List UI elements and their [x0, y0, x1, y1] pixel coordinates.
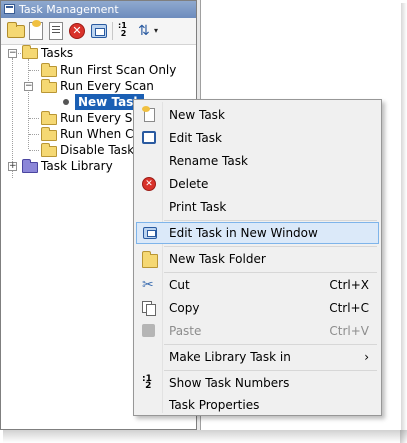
menu-item-delete[interactable]: ✕ Delete	[136, 173, 379, 195]
menu-separator	[164, 220, 377, 221]
tree-node-run-every-scan[interactable]: − Run Every Scan	[1, 78, 196, 94]
menu-item-new-task-folder[interactable]: New Task Folder	[136, 248, 379, 270]
window-icon	[143, 227, 157, 239]
menu-item-label: Cut	[169, 278, 190, 292]
folder-icon	[41, 79, 57, 93]
new-task-button[interactable]	[29, 20, 43, 40]
task-bullet-icon	[63, 99, 69, 105]
edit-task-icon	[142, 131, 156, 144]
menu-item-label: Edit Task	[169, 131, 222, 145]
folder-icon	[22, 45, 38, 59]
toolbar-dropdown-arrow[interactable]: ▾	[154, 22, 162, 40]
panel-title-bar: Task Management	[1, 1, 196, 18]
delete-icon: ✕	[142, 177, 156, 191]
menu-separator	[164, 370, 377, 371]
tree-line	[29, 70, 39, 71]
task-numbers-icon: :1 2	[142, 374, 152, 391]
tree-node-tasks[interactable]: − Tasks	[1, 45, 196, 61]
tree-node-run-first-scan[interactable]: Run First Scan Only	[1, 62, 196, 78]
tree-line	[29, 118, 39, 119]
window-shadow-bottom	[3, 430, 407, 443]
menu-item-label: Copy	[169, 301, 200, 315]
sort-button[interactable]: ⇅	[138, 22, 152, 40]
menu-item-edit-task[interactable]: Edit Task	[136, 127, 379, 149]
window-shadow-right	[400, 3, 407, 443]
menu-item-new-task[interactable]: New Task	[136, 104, 379, 126]
menu-separator	[164, 246, 377, 247]
tree-node-label: Task Library	[41, 159, 113, 173]
expand-toggle[interactable]: +	[8, 162, 17, 171]
edit-task-button[interactable]	[49, 22, 63, 40]
folder-icon	[142, 251, 158, 268]
tree-node-label: Tasks	[41, 46, 74, 60]
menu-item-label: Make Library Task in	[169, 350, 291, 364]
menu-item-label: Show Task Numbers	[169, 376, 290, 390]
menu-item-copy[interactable]: Copy Ctrl+C	[136, 297, 379, 319]
menu-item-show-task-numbers[interactable]: :1 2 Show Task Numbers	[136, 372, 379, 394]
menu-item-label: Delete	[169, 177, 209, 191]
menu-item-label: Rename Task	[169, 154, 248, 168]
collapse-toggle[interactable]: −	[24, 82, 33, 91]
menu-item-label: Paste	[169, 324, 202, 338]
cut-icon: ✂	[142, 277, 154, 293]
menu-separator	[164, 344, 377, 345]
menu-item-cut[interactable]: ✂ Cut Ctrl+X	[136, 274, 379, 296]
toolbar-separator	[112, 22, 113, 40]
menu-item-label: Print Task	[169, 200, 227, 214]
toolbar: ✕ :1 2 ⇅ ▾	[1, 18, 196, 45]
menu-item-task-properties[interactable]: Task Properties	[136, 394, 379, 416]
menu-item-label: Edit Task in New Window	[169, 226, 318, 240]
menu-item-rename-task[interactable]: Rename Task	[136, 150, 379, 172]
menu-item-label: Task Properties	[169, 398, 260, 412]
tree-line	[29, 150, 39, 151]
folder-icon	[41, 111, 57, 125]
new-task-icon	[142, 106, 155, 122]
new-folder-button[interactable]	[7, 22, 25, 38]
paste-icon	[142, 324, 155, 337]
task-numbers-button[interactable]: :1 2	[118, 22, 130, 40]
tree-node-label: Run Every Scan	[60, 79, 154, 93]
folder-icon	[41, 63, 57, 77]
menu-item-paste[interactable]: Paste Ctrl+V	[136, 320, 379, 342]
menu-shortcut: Ctrl+V	[329, 324, 369, 338]
menu-item-make-library-task[interactable]: Make Library Task in ›	[136, 346, 379, 368]
collapse-toggle[interactable]: −	[8, 49, 17, 58]
window-icon	[4, 4, 15, 14]
menu-separator	[164, 272, 377, 273]
panel-title: Task Management	[19, 3, 119, 16]
tree-node-label: Run First Scan Only	[60, 63, 177, 77]
delete-button[interactable]: ✕	[69, 23, 85, 39]
submenu-arrow-icon: ›	[364, 350, 369, 364]
new-window-button[interactable]	[91, 24, 107, 38]
context-menu: New Task Edit Task Rename Task ✕ Delete …	[133, 99, 382, 416]
menu-item-label: New Task Folder	[169, 252, 266, 266]
menu-item-label: New Task	[169, 108, 225, 122]
tree-line	[29, 134, 39, 135]
menu-item-edit-in-new-window[interactable]: Edit Task in New Window	[136, 222, 379, 244]
menu-item-print-task[interactable]: Print Task	[136, 196, 379, 218]
folder-icon	[41, 143, 57, 157]
tree-node-label: Disable Task	[60, 143, 135, 157]
menu-shortcut: Ctrl+X	[329, 278, 369, 292]
menu-shortcut: Ctrl+C	[329, 301, 369, 315]
folder-icon	[41, 127, 57, 141]
library-folder-icon	[22, 159, 38, 173]
copy-icon	[142, 301, 156, 316]
